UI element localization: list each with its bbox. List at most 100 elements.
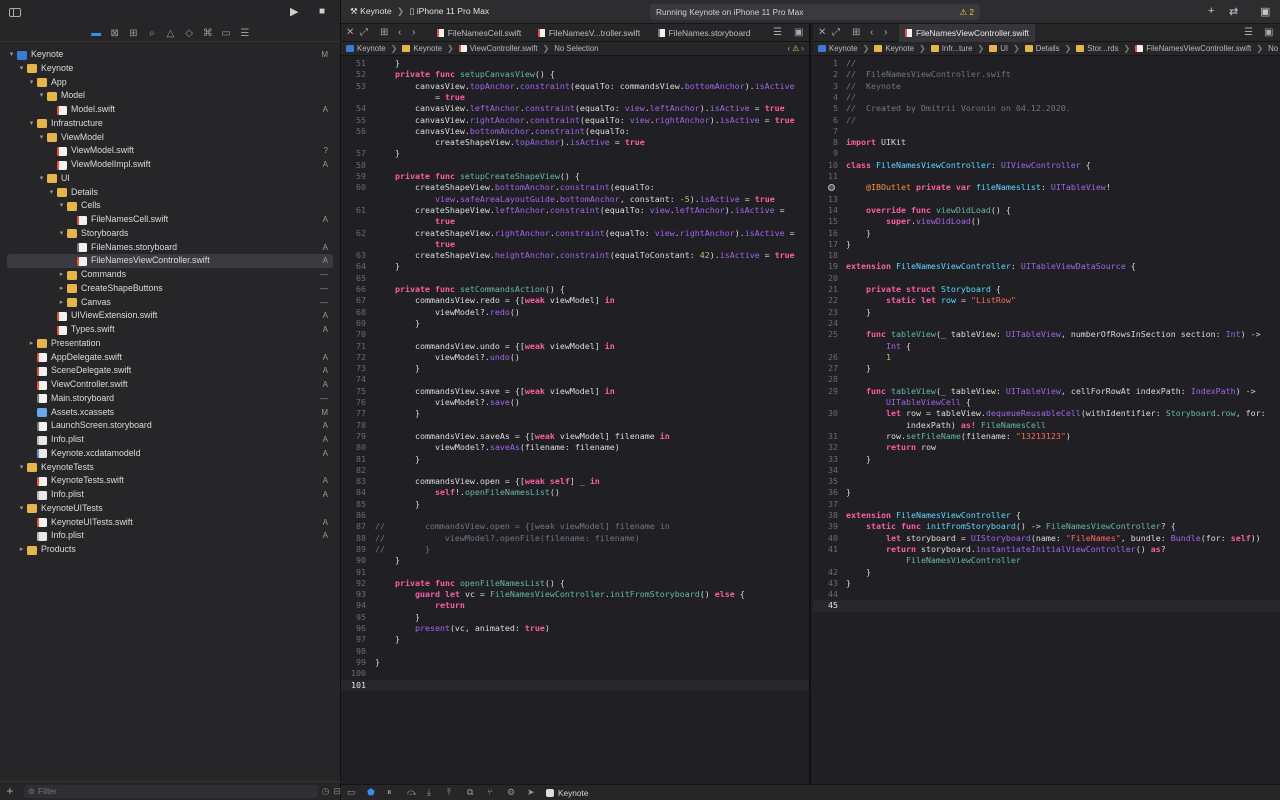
line-number[interactable]: 94 xyxy=(341,600,366,611)
code-line[interactable]: 53 canvasView.topAnchor.constraint(equal… xyxy=(341,81,809,92)
line-number[interactable]: 89 xyxy=(341,544,366,555)
line-number[interactable]: 100 xyxy=(341,668,366,679)
code-line[interactable]: 34 xyxy=(813,465,1280,476)
code-line[interactable]: 26 1 xyxy=(813,352,1280,363)
disclosure-open-icon[interactable]: ▾ xyxy=(57,227,66,241)
code-line[interactable]: 66 private func setCommandsAction() { xyxy=(341,284,809,295)
code-line[interactable]: view.safeAreaLayoutGuide.bottomAnchor, c… xyxy=(341,194,809,205)
code-line[interactable]: 16 } xyxy=(813,228,1280,239)
code-line[interactable]: 68 viewModel?.redo() xyxy=(341,307,809,318)
code-line[interactable]: 85 } xyxy=(341,499,809,510)
source-control-navigator-icon[interactable]: ⊠ xyxy=(105,28,124,39)
environment-overrides-icon[interactable]: ⚙ xyxy=(507,787,515,798)
project-navigator-icon[interactable]: ▬ xyxy=(87,28,106,39)
code-line[interactable]: 73 } xyxy=(341,363,809,374)
navigator-row[interactable]: LaunchScreen.storyboard A xyxy=(7,419,333,433)
line-number[interactable]: 76 xyxy=(341,397,366,408)
line-number[interactable]: 82 xyxy=(341,465,366,476)
code-line[interactable]: 30 let row = tableView.dequeueReusableCe… xyxy=(813,408,1280,419)
back-icon[interactable]: ‹ xyxy=(870,27,873,38)
tab-filenamesviewcontroller-active[interactable]: FileNamesViewController.swift xyxy=(899,24,1035,42)
disclosure-open-icon[interactable]: ▾ xyxy=(27,117,36,131)
line-number[interactable]: 52 xyxy=(341,69,366,80)
code-line[interactable]: 90 } xyxy=(341,555,809,566)
code-line[interactable]: createShapeView.topAnchor).isActive = tr… xyxy=(341,137,809,148)
line-number[interactable]: 81 xyxy=(341,454,366,465)
line-number[interactable]: 15 xyxy=(813,216,838,227)
line-number[interactable]: 3 xyxy=(813,81,838,92)
navigator-row[interactable]: ▾ Cells xyxy=(7,199,333,213)
line-number[interactable]: 23 xyxy=(813,307,838,318)
line-number[interactable]: 35 xyxy=(813,476,838,487)
sidebar-toggle-icon[interactable] xyxy=(9,7,21,17)
code-line[interactable]: 2 // FileNamesViewController.swift xyxy=(813,69,1280,80)
code-line[interactable]: 25 func tableView(_ tableView: UITableVi… xyxy=(813,329,1280,340)
code-line[interactable]: 4 // xyxy=(813,92,1280,103)
line-number[interactable]: 67 xyxy=(341,295,366,306)
simulate-location-icon[interactable]: ➤ xyxy=(527,787,535,798)
line-number[interactable]: 33 xyxy=(813,454,838,465)
line-number[interactable]: 13 xyxy=(813,194,838,205)
line-number[interactable]: 92 xyxy=(341,578,366,589)
code-line[interactable]: 77 } xyxy=(341,408,809,419)
code-line[interactable]: 3 // Keynote xyxy=(813,81,1280,92)
report-navigator-icon[interactable]: ☰ xyxy=(236,28,255,39)
code-line[interactable]: 70 xyxy=(341,329,809,340)
navigator-row[interactable]: Info.plist A xyxy=(7,433,333,447)
line-number[interactable]: 6 xyxy=(813,115,838,126)
forward-icon[interactable]: › xyxy=(412,27,415,38)
code-line[interactable]: 92 private func openFileNamesList() { xyxy=(341,578,809,589)
find-navigator-icon[interactable]: ⌕ xyxy=(143,28,162,39)
line-number[interactable]: 99 xyxy=(341,657,366,668)
line-number[interactable]: 54 xyxy=(341,103,366,114)
disclosure-open-icon[interactable]: ▾ xyxy=(47,186,56,200)
navigator-row[interactable]: ▾ Storyboards xyxy=(7,227,333,241)
expand-icon[interactable]: ⤢ xyxy=(832,27,840,38)
add-icon[interactable]: + xyxy=(0,784,20,798)
jump-seg[interactable]: ViewController.swift xyxy=(458,44,538,53)
code-line[interactable]: 76 viewModel?.save() xyxy=(341,397,809,408)
line-number[interactable]: 2 xyxy=(813,69,838,80)
code-line[interactable]: 83 commandsView.open = {[weak self] _ in xyxy=(341,476,809,487)
recent-files-icon[interactable]: ◷ xyxy=(322,786,330,797)
navigator-row[interactable]: ▸ Commands — xyxy=(7,268,333,282)
line-number[interactable]: 77 xyxy=(341,408,366,419)
code-line[interactable]: 14 override func viewDidLoad() { xyxy=(813,205,1280,216)
jump-seg[interactable]: UI xyxy=(989,44,1008,53)
inspector-toggle-icon[interactable]: ▣ xyxy=(1260,5,1270,18)
code-review-icon[interactable]: ⇄ xyxy=(1229,5,1238,18)
code-line[interactable]: 19 extension FileNamesViewController: UIT… xyxy=(813,261,1280,272)
code-line[interactable]: 81 } xyxy=(341,454,809,465)
line-number[interactable]: 86 xyxy=(341,510,366,521)
grid-icon[interactable]: ⊞ xyxy=(852,27,860,38)
line-number[interactable]: 88 xyxy=(341,533,366,544)
line-number[interactable]: 28 xyxy=(813,374,838,385)
jump-seg[interactable]: No Selection xyxy=(554,44,598,53)
editor-options-icon[interactable]: ☰ xyxy=(1244,27,1253,38)
line-number[interactable]: 65 xyxy=(341,273,366,284)
code-line[interactable]: 98 xyxy=(341,646,809,657)
code-line[interactable]: 38 extension FileNamesViewController { xyxy=(813,510,1280,521)
line-number[interactable]: 58 xyxy=(341,160,366,171)
navigator-row[interactable]: ViewModel.swift? xyxy=(7,144,333,158)
code-line[interactable]: 78 xyxy=(341,420,809,431)
line-number[interactable]: 51 xyxy=(341,58,366,69)
code-line[interactable]: 54 canvasView.leftAnchor.constraint(equa… xyxy=(341,103,809,114)
code-line[interactable]: 21 private struct Storyboard { xyxy=(813,284,1280,295)
code-line[interactable]: 97 } xyxy=(341,634,809,645)
code-line[interactable]: indexPath) as! FileNamesCell xyxy=(813,420,1280,431)
line-number[interactable]: 1 xyxy=(813,58,838,69)
line-number[interactable]: 10 xyxy=(813,160,838,171)
close-editor-icon[interactable]: ✕ xyxy=(346,27,354,38)
line-number[interactable]: 85 xyxy=(341,499,366,510)
code-line[interactable]: 9 xyxy=(813,148,1280,159)
line-number[interactable]: 73 xyxy=(341,363,366,374)
stop-icon[interactable]: ■ xyxy=(319,6,325,17)
code-line[interactable]: 40 let storyboard = UIStoryboard(name: "… xyxy=(813,533,1280,544)
code-line[interactable]: 71 commandsView.undo = {[weak viewModel]… xyxy=(341,341,809,352)
left-code-area[interactable]: 51 } 52 private func setupCanvasView() {5… xyxy=(341,58,809,784)
run-icon[interactable]: ▶ xyxy=(290,5,298,18)
disclosure-closed-icon[interactable]: ▸ xyxy=(57,268,66,282)
code-line[interactable]: 27 } xyxy=(813,363,1280,374)
navigator-row[interactable]: ▸ Products xyxy=(7,543,333,557)
